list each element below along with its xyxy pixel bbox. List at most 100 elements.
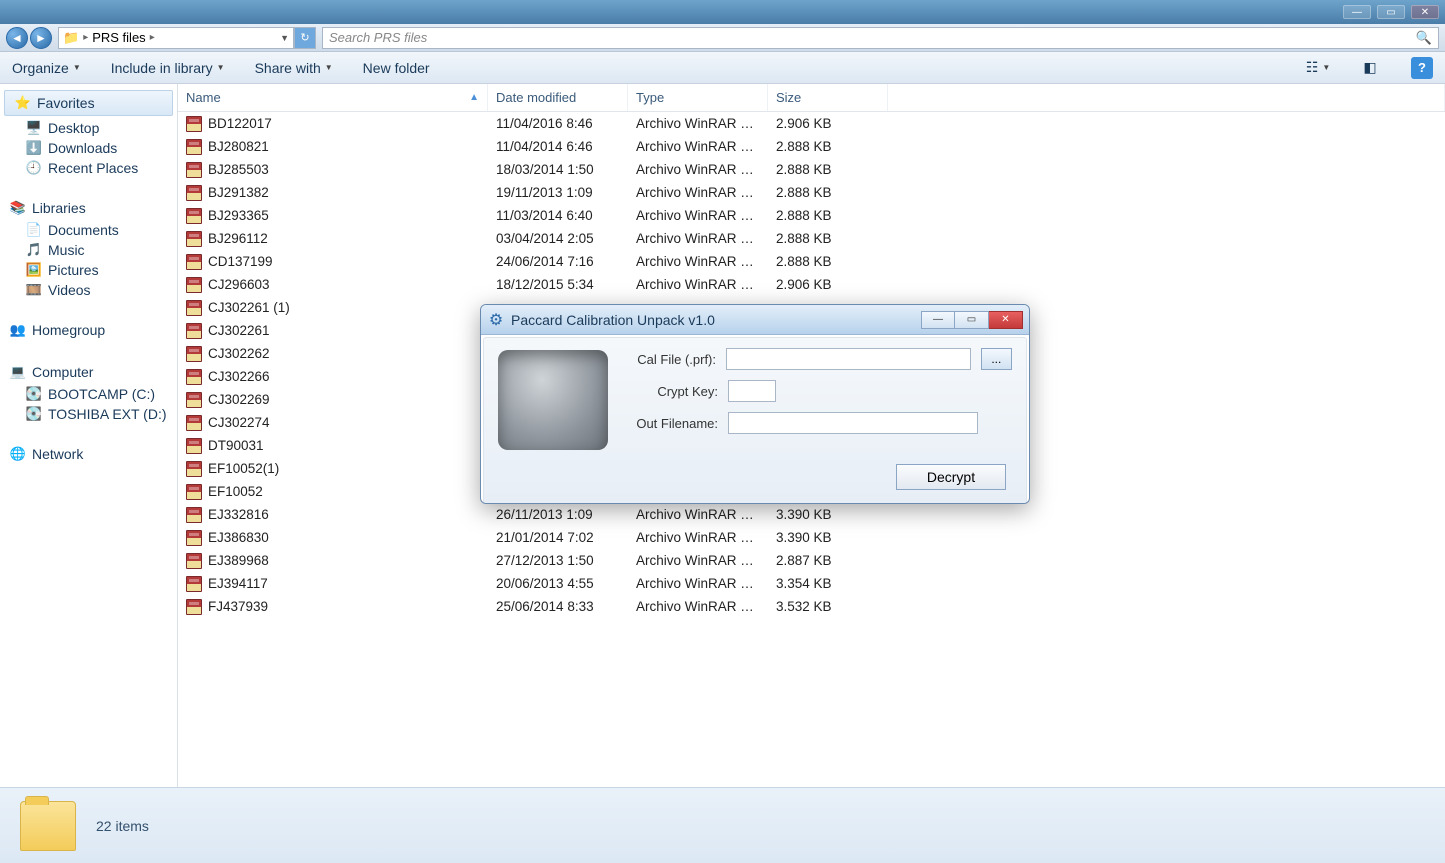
column-type[interactable]: Type [628,84,768,111]
nav-forward-button[interactable]: ► [30,27,52,49]
archive-icon [186,484,202,500]
file-row[interactable]: BD12201711/04/2016 8:46Archivo WinRAR ZI… [178,112,1445,135]
new-folder-label: New folder [363,60,430,76]
breadcrumb-folder[interactable]: PRS files [92,30,145,45]
sidebar-item-music[interactable]: 🎵Music [0,240,177,260]
share-with-menu[interactable]: Share with ▼ [255,60,333,76]
column-date[interactable]: Date modified [488,84,628,111]
include-label: Include in library [111,60,213,76]
sidebar-network[interactable]: 🌐Network [0,442,177,466]
search-input[interactable]: Search PRS files 🔍 [322,27,1439,49]
file-row[interactable]: EJ39411720/06/2013 4:55Archivo WinRAR ZI… [178,572,1445,595]
breadcrumb-dropdown-icon[interactable]: ▼ [280,33,289,43]
sidebar-item-recent[interactable]: 🕘Recent Places [0,158,177,178]
preview-pane-button[interactable]: ◧ [1359,57,1381,79]
sidebar-favorites-label: Favorites [37,95,95,111]
sidebar-item-label: Music [48,242,85,258]
archive-icon [186,300,202,316]
file-row[interactable]: EJ38683021/01/2014 7:02Archivo WinRAR ZI… [178,526,1445,549]
sidebar-favorites-header[interactable]: ⭐ Favorites [4,90,173,116]
file-row[interactable]: BJ29336511/03/2014 6:40Archivo WinRAR ZI… [178,204,1445,227]
column-name[interactable]: Name▲ [178,84,488,111]
organize-label: Organize [12,60,69,76]
sidebar-item-label: Videos [48,282,91,298]
sidebar-item-downloads[interactable]: ⬇️Downloads [0,138,177,158]
gear-icon: ⚙ [487,311,505,329]
file-date: 18/12/2015 5:34 [488,277,628,292]
breadcrumb-sep-icon: ▸ [83,32,88,43]
file-row[interactable]: BJ28550318/03/2014 1:50Archivo WinRAR ZI… [178,158,1445,181]
file-type: Archivo WinRAR ZIP [628,185,768,200]
dialog-maximize-button[interactable]: ▭ [955,311,989,329]
file-row[interactable]: CJ29660318/12/2015 5:34Archivo WinRAR ZI… [178,273,1445,296]
sidebar-item-label: Pictures [48,262,99,278]
crypt-key-input[interactable] [728,380,776,402]
column-size[interactable]: Size [768,84,888,111]
include-in-library-menu[interactable]: Include in library ▼ [111,60,225,76]
window-maximize-button[interactable]: ▭ [1377,5,1405,19]
sidebar-drive-d[interactable]: 💽TOSHIBA EXT (D:) [0,404,177,424]
desktop-icon: 🖥️ [26,120,42,136]
navigation-sidebar: ⭐ Favorites 🖥️Desktop ⬇️Downloads 🕘Recen… [0,84,178,787]
help-button[interactable]: ? [1411,57,1433,79]
breadcrumb[interactable]: 📁 ▸ PRS files ▸ ▼ [58,27,294,49]
dialog-minimize-button[interactable]: — [921,311,955,329]
nav-back-button[interactable]: ◄ [6,27,28,49]
archive-icon [186,438,202,454]
sidebar-item-desktop[interactable]: 🖥️Desktop [0,118,177,138]
homegroup-icon: 👥 [10,322,26,338]
dialog-titlebar[interactable]: ⚙ Paccard Calibration Unpack v1.0 — ▭ ✕ [481,305,1029,335]
view-options-button[interactable]: ☷ ▼ [1307,57,1329,79]
file-type: Archivo WinRAR ZIP [628,530,768,545]
window-minimize-button[interactable]: — [1343,5,1371,19]
file-name: EJ394117 [208,576,268,591]
dialog-close-button[interactable]: ✕ [989,311,1023,329]
downloads-icon: ⬇️ [26,140,42,156]
archive-icon [186,277,202,293]
sidebar-item-pictures[interactable]: 🖼️Pictures [0,260,177,280]
organize-menu[interactable]: Organize ▼ [12,60,81,76]
sort-asc-icon: ▲ [469,92,479,103]
file-type: Archivo WinRAR ZIP [628,254,768,269]
file-row[interactable]: EJ33281626/11/2013 1:09Archivo WinRAR ZI… [178,503,1445,526]
star-icon: ⭐ [15,95,31,111]
window-close-button[interactable]: ✕ [1411,5,1439,19]
file-type: Archivo WinRAR ZIP [628,116,768,131]
file-name: FJ437939 [208,599,268,614]
file-row[interactable]: BJ29611203/04/2014 2:05Archivo WinRAR ZI… [178,227,1445,250]
file-size: 2.888 KB [768,208,888,223]
sidebar-drive-c[interactable]: 💽BOOTCAMP (C:) [0,384,177,404]
file-row[interactable]: FJ43793925/06/2014 8:33Archivo WinRAR ZI… [178,595,1445,618]
cal-file-input[interactable] [726,348,971,370]
cal-file-label: Cal File (.prf): [628,352,716,367]
file-date: 26/11/2013 1:09 [488,507,628,522]
file-name: EJ389968 [208,553,269,568]
archive-icon [186,208,202,224]
file-size: 2.888 KB [768,185,888,200]
file-row[interactable]: EJ38996827/12/2013 1:50Archivo WinRAR ZI… [178,549,1445,572]
file-row[interactable]: BJ29138219/11/2013 1:09Archivo WinRAR ZI… [178,181,1445,204]
search-icon: 🔍 [1416,30,1432,46]
archive-icon [186,185,202,201]
videos-icon: 🎞️ [26,282,42,298]
refresh-button[interactable]: ↻ [294,27,316,49]
file-size: 3.354 KB [768,576,888,591]
sidebar-item-videos[interactable]: 🎞️ Videos [0,280,177,300]
column-type-label: Type [636,90,664,105]
new-folder-button[interactable]: New folder [363,60,430,76]
sidebar-computer[interactable]: 💻Computer [0,360,177,384]
file-name: CJ302274 [208,415,270,430]
archive-icon [186,530,202,546]
browse-button[interactable]: ... [981,348,1012,370]
sidebar-homegroup[interactable]: 👥Homegroup [0,318,177,342]
sidebar-libraries-header[interactable]: 📚Libraries [0,196,177,220]
archive-icon [186,392,202,408]
file-name: BJ293365 [208,208,269,223]
file-date: 11/04/2014 6:46 [488,139,628,154]
file-date: 21/01/2014 7:02 [488,530,628,545]
out-filename-input[interactable] [728,412,978,434]
file-row[interactable]: CD13719924/06/2014 7:16Archivo WinRAR ZI… [178,250,1445,273]
file-row[interactable]: BJ28082111/04/2014 6:46Archivo WinRAR ZI… [178,135,1445,158]
sidebar-item-documents[interactable]: 📄Documents [0,220,177,240]
decrypt-button[interactable]: Decrypt [896,464,1006,490]
